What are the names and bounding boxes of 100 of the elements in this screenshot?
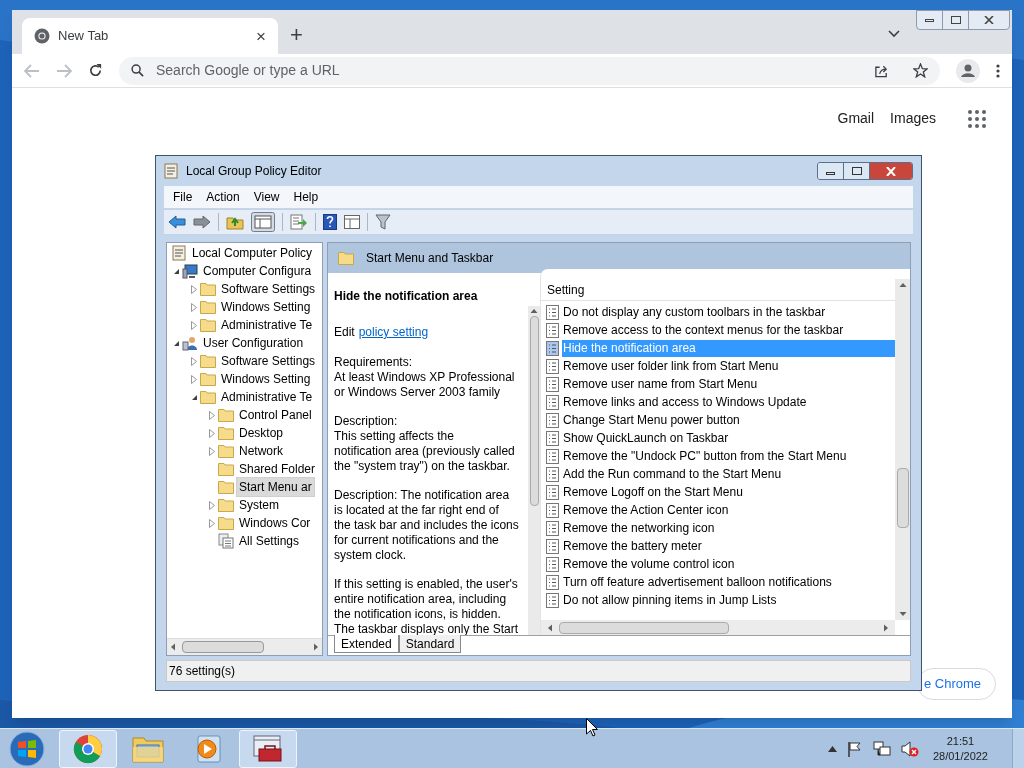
menu-item[interactable]: Help [293,188,319,206]
setting-row[interactable]: Show QuickLaunch on Taskbar [562,429,895,447]
setting-row[interactable]: Remove the battery meter [562,537,895,555]
scroll-up-icon[interactable] [898,282,907,288]
scroll-left-icon[interactable] [170,643,176,651]
menu-item[interactable]: File [173,188,193,206]
collapsed-arrow-icon[interactable] [209,410,215,420]
collapsed-arrow-icon[interactable] [191,320,197,330]
tree-item[interactable]: System [236,495,282,515]
export-list-icon[interactable] [290,214,308,230]
folder-up-icon[interactable] [226,214,244,230]
setting-row[interactable]: Remove the volume control icon [562,555,895,573]
tree-item[interactable]: Windows Setting [218,369,314,389]
gmail-link[interactable]: Gmail [837,108,875,129]
setting-row[interactable]: Remove access to the context menus for the taskbar [562,321,895,339]
chevron-down-icon[interactable] [888,30,900,38]
setting-row[interactable]: Change Start Menu power button [562,411,895,429]
images-link[interactable]: Images [890,108,936,129]
browser-tab[interactable]: New Tab × [22,18,278,54]
help-icon[interactable] [323,214,337,230]
setting-row[interactable]: Remove the "Undock PC" button from the Start Menu [562,447,895,465]
scroll-thumb[interactable] [529,316,539,506]
back-arrow-icon[interactable] [168,215,186,229]
collapsed-arrow-icon[interactable] [209,428,215,438]
scroll-up-icon[interactable] [530,308,538,314]
setting-row[interactable]: Remove the networking icon [562,519,895,537]
setting-row[interactable]: Remove user name from Start Menu [562,375,895,393]
pane-toggle-icon[interactable] [251,212,275,232]
policy-setting-link[interactable]: policy setting [358,323,429,341]
setting-row[interactable]: Add the Run command to the Start Menu [562,465,895,483]
expanded-arrow-icon[interactable] [190,393,198,401]
customize-chrome-button[interactable]: e Chrome [917,668,997,700]
clock-time[interactable]: 21:51 [946,733,975,749]
tree-item[interactable]: Shared Folder [236,459,319,479]
horizontal-scrollbar[interactable] [541,620,895,635]
tree-item[interactable]: Administrative Te [218,387,316,407]
setting-row[interactable]: Do not display any custom toolbars in the taskbar [562,303,895,321]
taskbar-app-button[interactable] [59,729,117,768]
scroll-thumb[interactable] [182,641,264,653]
setting-row[interactable]: Remove user folder link from Start Menu [562,357,895,375]
forward-arrow-icon[interactable] [193,215,211,229]
setting-row[interactable]: Turn off feature advertisement balloon notifications [562,573,895,591]
network-icon[interactable] [872,740,891,757]
reload-icon[interactable] [88,63,103,78]
tree-item[interactable]: Administrative Te [218,315,316,335]
scroll-thumb[interactable] [559,621,729,634]
tree-item[interactable]: Software Settings [218,351,319,371]
tab-close-button[interactable]: × [256,27,266,45]
setting-row[interactable]: Remove links and access to Windows Update [562,393,895,411]
menu-item[interactable]: Action [206,188,240,206]
clock-date[interactable]: 28/01/2022 [932,748,988,764]
setting-row[interactable]: Remove the Action Center icon [562,501,895,519]
star-icon[interactable] [913,63,928,78]
collapsed-arrow-icon[interactable] [191,302,197,312]
maximize-button[interactable] [844,163,870,179]
menu-icon[interactable] [996,63,1000,78]
setting-row[interactable]: Remove Logoff on the Start Menu [562,483,895,501]
filter-icon[interactable] [375,214,391,230]
profile-avatar-icon[interactable] [956,58,980,83]
collapsed-arrow-icon[interactable] [209,446,215,456]
view-tab[interactable]: Extended [334,635,399,653]
vertical-scrollbar[interactable] [895,279,910,620]
tree-item[interactable]: Windows Setting [218,297,314,317]
collapsed-arrow-icon[interactable] [191,284,197,294]
muted-speaker-icon[interactable] [900,740,919,757]
scroll-left-icon[interactable] [547,623,553,632]
taskbar-app-button[interactable] [239,729,297,768]
show-hidden-icons-icon[interactable] [827,745,837,752]
address-field[interactable]: Search Google or type a URL [156,60,862,81]
tree-item[interactable]: Software Settings [218,279,319,299]
tree-item[interactable]: User Configuration [200,333,307,353]
collapsed-arrow-icon[interactable] [191,356,197,366]
expanded-arrow-icon[interactable] [172,267,180,275]
new-tab-button[interactable]: + [290,24,303,46]
start-orb-icon[interactable] [9,730,45,767]
tree-item[interactable]: Windows Cor [236,513,314,533]
view-tab[interactable]: Standard [398,635,462,653]
expanded-arrow-icon[interactable] [172,339,180,347]
view-icon[interactable] [344,215,360,229]
scroll-thumb[interactable] [896,468,909,528]
omnibox[interactable]: Search Google or type a URL [119,56,940,85]
collapsed-arrow-icon[interactable] [191,374,197,384]
tree-item[interactable]: All Settings [236,531,303,551]
tree-item[interactable]: Local Computer Policy [190,244,315,262]
tree-item[interactable]: Desktop [236,423,287,443]
tree-item[interactable]: Computer Configura [200,261,315,281]
scroll-right-icon[interactable] [313,643,319,651]
tree-item[interactable]: Control Panel [236,405,315,425]
apps-grid-icon[interactable] [968,109,986,128]
vertical-scrollbar[interactable] [528,306,540,635]
scroll-right-icon[interactable] [883,623,889,632]
close-button[interactable] [870,163,912,179]
collapsed-arrow-icon[interactable] [209,518,215,528]
tree-item[interactable]: Network [236,441,286,461]
minimize-button[interactable] [818,163,844,179]
column-header[interactable]: Setting [541,279,895,301]
setting-row[interactable]: Do not allow pinning items in Jump Lists [562,591,895,609]
share-icon[interactable] [874,63,889,78]
collapsed-arrow-icon[interactable] [209,500,215,510]
horizontal-scrollbar[interactable] [167,638,322,655]
